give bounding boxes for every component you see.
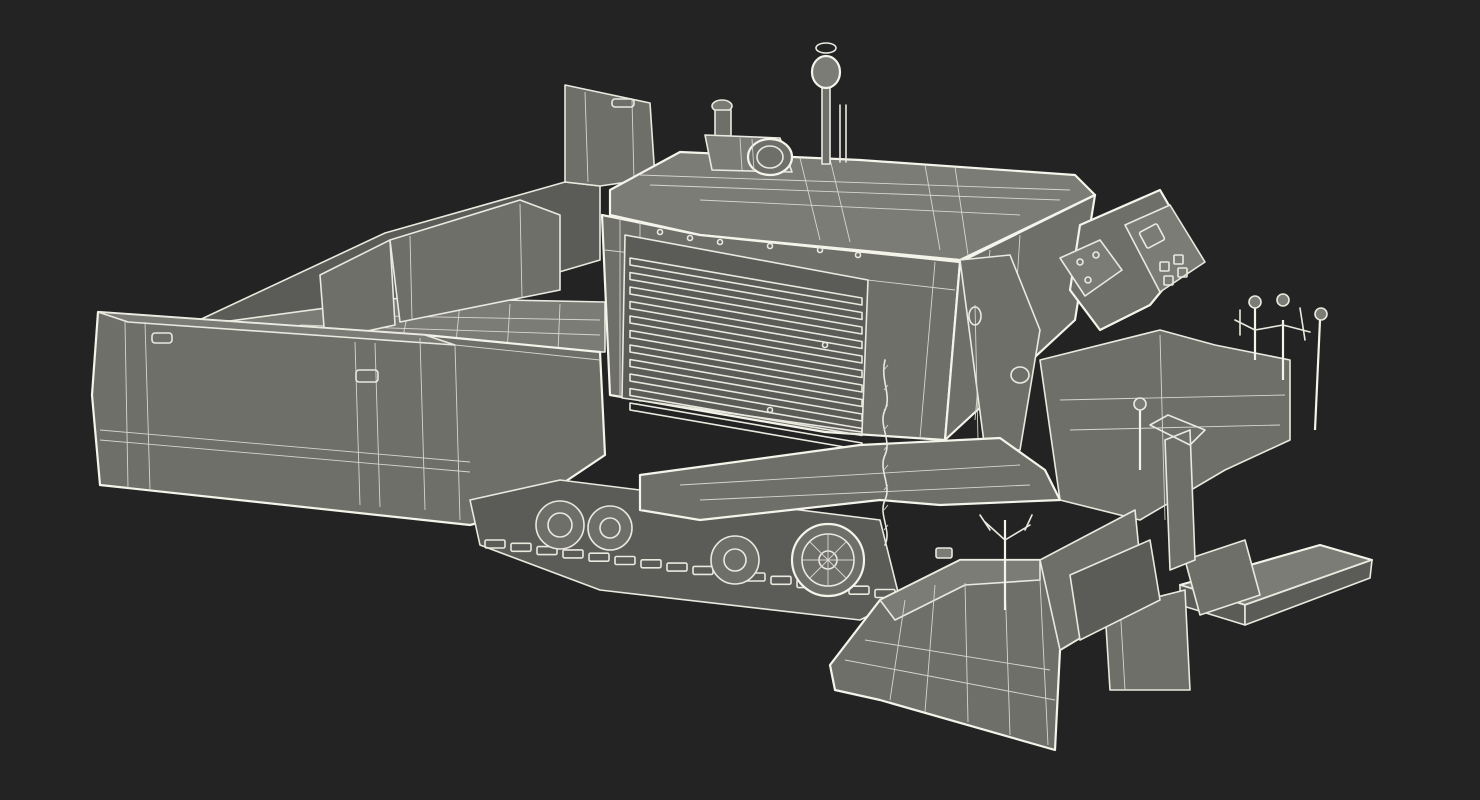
- render-viewport: [0, 0, 1480, 800]
- paver-wireframe-render: [90, 42, 1374, 752]
- roof-equipment: [704, 42, 847, 177]
- hopper: [90, 84, 656, 527]
